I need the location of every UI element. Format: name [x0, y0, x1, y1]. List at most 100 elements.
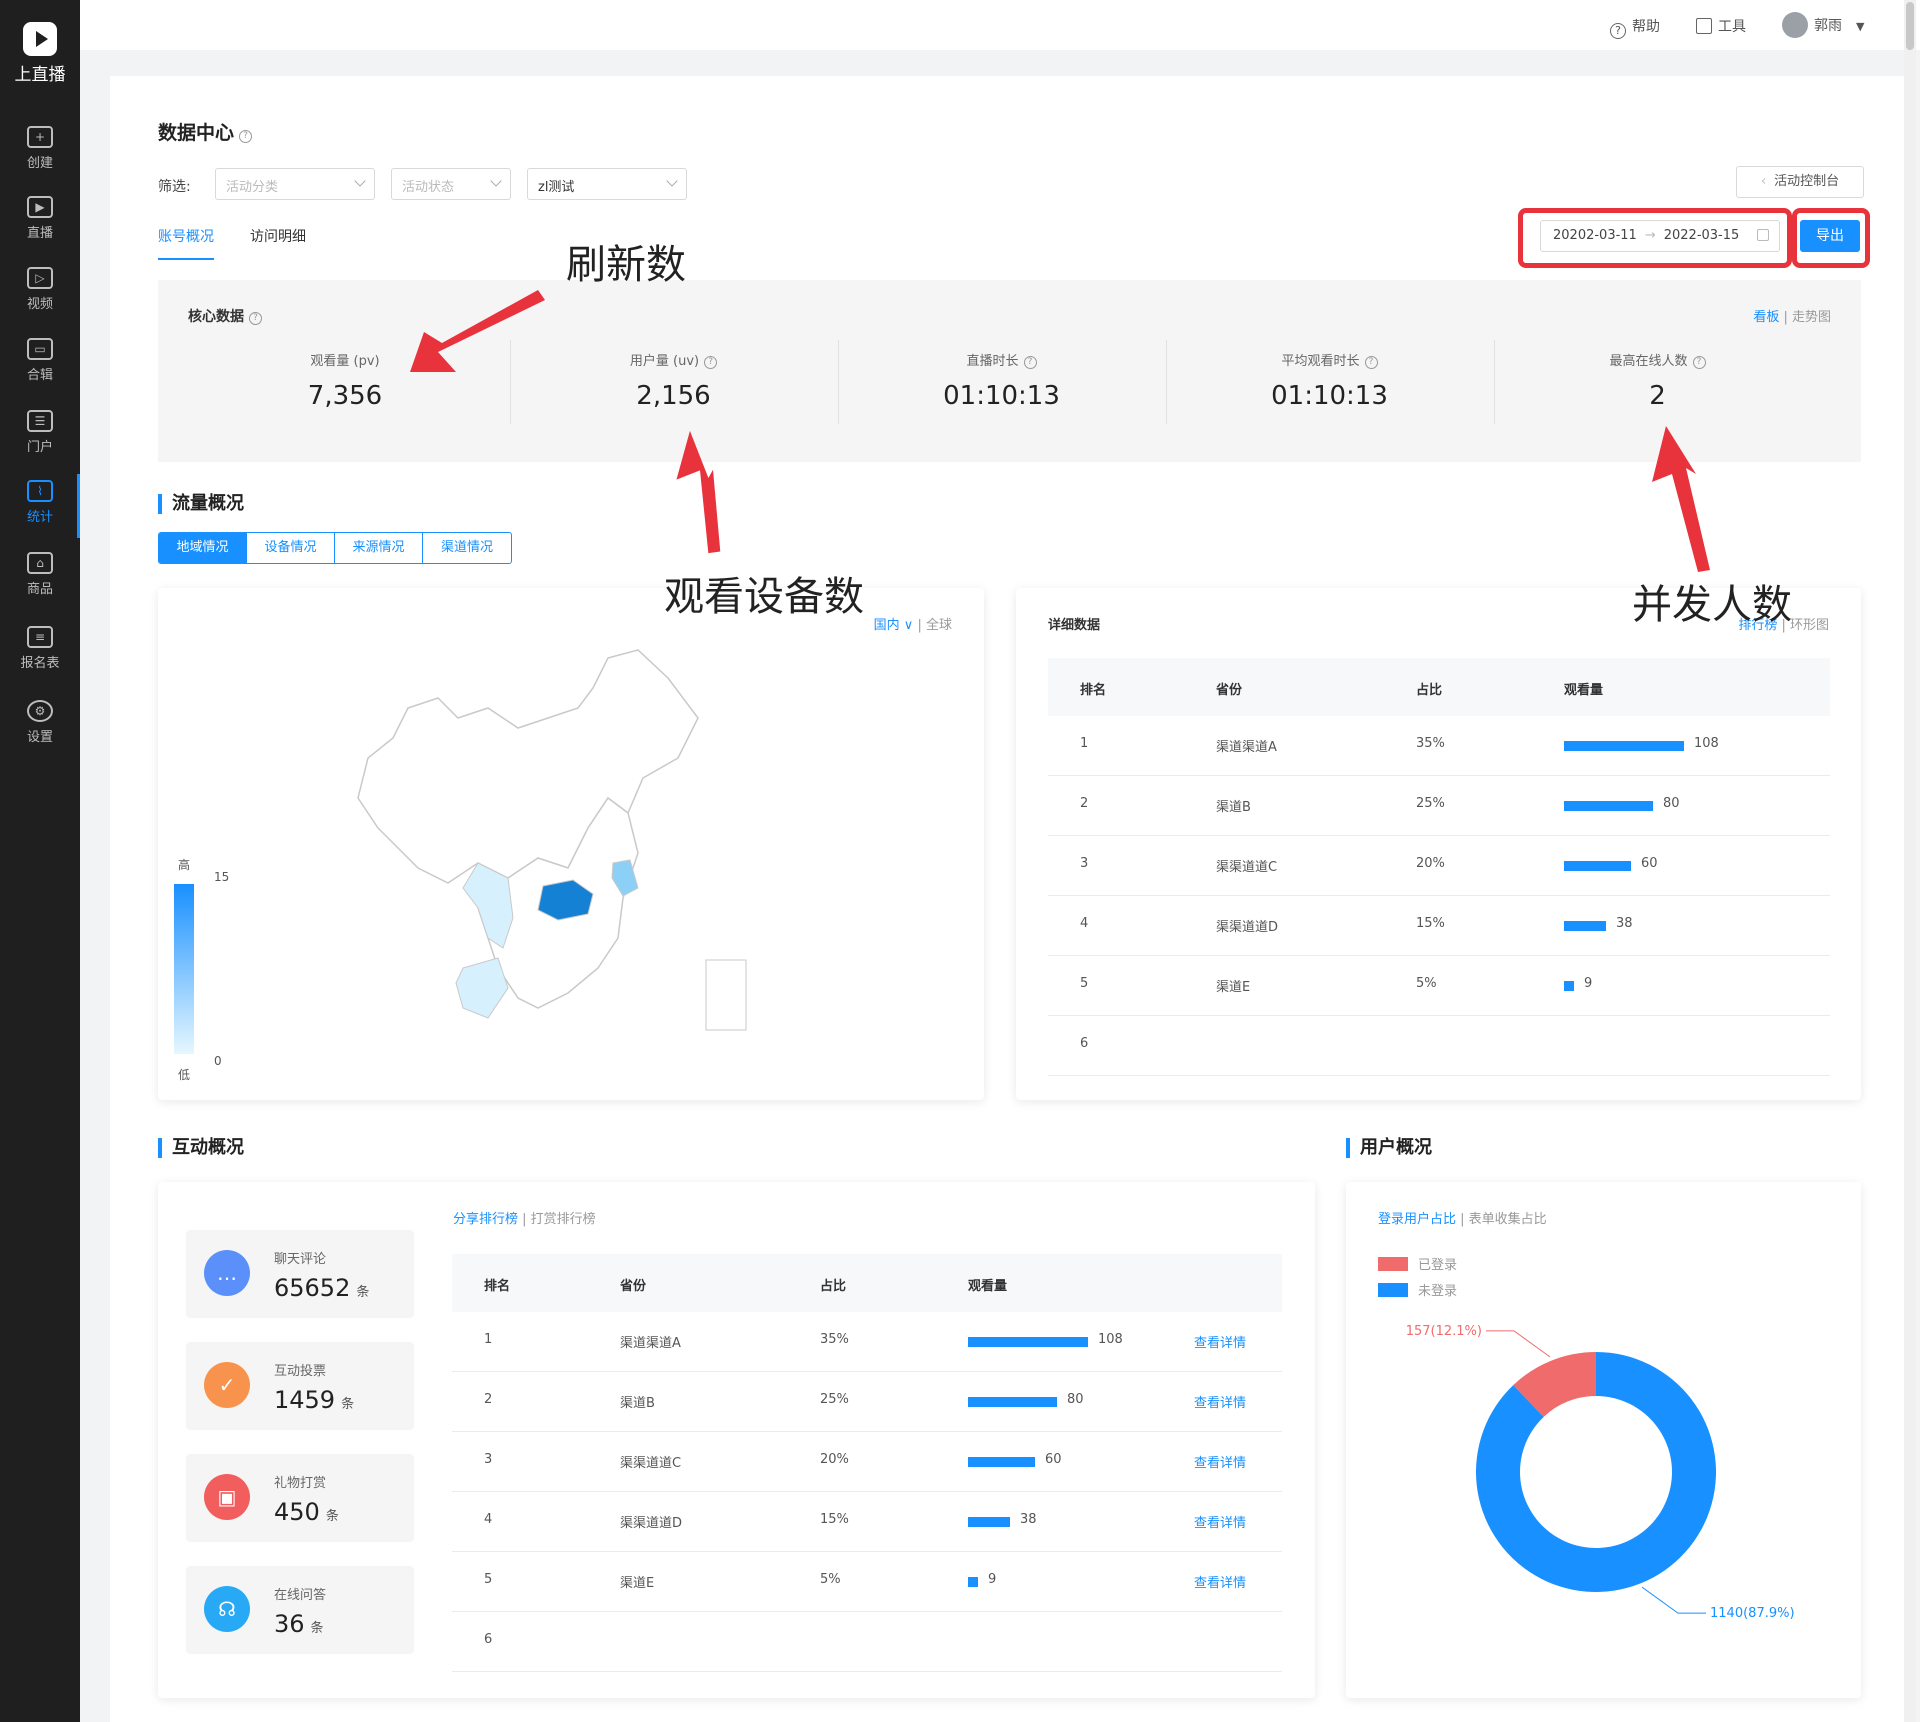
- help-icon[interactable]: ?: [249, 312, 262, 325]
- sidebar-item-video[interactable]: ▷ 视频: [0, 261, 80, 325]
- activity-select[interactable]: zl测试: [527, 168, 687, 200]
- help-icon[interactable]: ?: [1023, 356, 1037, 369]
- console-button[interactable]: ‹ 活动控制台: [1736, 166, 1864, 198]
- global-link[interactable]: 全球: [926, 618, 952, 633]
- view-detail-link[interactable]: 查看详情: [1194, 1332, 1246, 1351]
- tab-channel[interactable]: 渠道情况: [423, 533, 511, 563]
- date-start: 20202-03-11: [1553, 228, 1637, 243]
- stat-box[interactable]: ▣ 礼物打赏 450 条: [186, 1454, 414, 1542]
- view-detail-link[interactable]: 查看详情: [1194, 1512, 1246, 1531]
- stat-label: 礼物打赏: [274, 1476, 327, 1491]
- cell-name: 渠渠道道C: [1216, 860, 1278, 875]
- tab-detail[interactable]: 访问明细: [250, 226, 306, 246]
- help-link[interactable]: ? 帮助: [1610, 16, 1660, 39]
- views-bar: [968, 1337, 1088, 1347]
- help-icon[interactable]: ?: [1692, 356, 1706, 369]
- view-ring-link[interactable]: 环形图: [1790, 618, 1829, 633]
- gift-icon: ▣: [204, 1474, 250, 1520]
- views-bar: [1564, 741, 1684, 751]
- sidebar-item-label: 商品: [26, 582, 53, 597]
- logo[interactable]: 上直播: [0, 22, 80, 85]
- stat-box[interactable]: … 聊天评论 65652 条: [186, 1230, 414, 1318]
- annotation-concurrent: 并发人数: [1632, 582, 1792, 628]
- export-button[interactable]: 导出: [1800, 220, 1860, 252]
- view-detail-link[interactable]: 查看详情: [1194, 1572, 1246, 1591]
- help-icon[interactable]: ?: [704, 356, 718, 369]
- calendar-icon: [1757, 229, 1769, 241]
- sidebar-item-goods[interactable]: ⌂ 商品: [0, 546, 80, 610]
- view-detail-link[interactable]: 查看详情: [1194, 1452, 1246, 1471]
- legend-not-logged-in[interactable]: 未登录: [1378, 1280, 1457, 1299]
- donut-slice-not-logged-in[interactable]: [1476, 1352, 1716, 1592]
- kpi-pv: 观看量 (pv) 7,356: [182, 340, 508, 424]
- sidebar-item-label: 设置: [26, 730, 53, 745]
- tab-device[interactable]: 设备情况: [247, 533, 335, 563]
- cell-ratio: 25%: [820, 1392, 849, 1407]
- toolbox-icon: [1696, 18, 1712, 34]
- china-map[interactable]: [338, 638, 798, 1068]
- sidebar-item-label: 报名表: [20, 656, 60, 671]
- tab-source[interactable]: 来源情况: [335, 533, 423, 563]
- stat-unit: 条: [341, 1397, 355, 1412]
- cell-name: 渠渠道道D: [620, 1516, 683, 1531]
- sidebar-item-signup[interactable]: ≡ 报名表: [0, 620, 80, 684]
- stat-unit: 条: [325, 1509, 339, 1524]
- help-icon[interactable]: ?: [1364, 356, 1378, 369]
- user-menu[interactable]: 郭雨 ▼: [1782, 12, 1864, 38]
- views-bar: [968, 1457, 1035, 1467]
- table-row: 4 渠渠道道D 15% 38 查看详情: [452, 1492, 1282, 1552]
- page-title-text: 数据中心: [158, 122, 235, 144]
- views-bar: [968, 1517, 1010, 1527]
- detail-table-card: 详细数据 排行榜 | 环形图 排名 省份 占比 观看量 1 渠道渠道A 35% 108…: [1016, 588, 1861, 1100]
- domestic-link[interactable]: 国内: [874, 618, 900, 633]
- stat-box[interactable]: ☊ 在线问答 36 条: [186, 1566, 414, 1654]
- scrollbar-thumb[interactable]: [1906, 2, 1914, 50]
- donut-label-line: [1485, 1330, 1551, 1358]
- sidebar-item-label: 创建: [26, 156, 53, 171]
- logo-icon: [23, 22, 57, 56]
- view-trend-link[interactable]: 走势图: [1792, 310, 1831, 325]
- sidebar-item-stats[interactable]: ⌇ 统计: [0, 474, 80, 538]
- date-range-picker[interactable]: 20202-03-11 → 2022-03-15: [1540, 220, 1780, 252]
- tools-link[interactable]: 工具: [1696, 16, 1746, 36]
- tab-region[interactable]: 地域情况: [159, 533, 247, 563]
- category-select[interactable]: 活动分类: [215, 168, 375, 200]
- tab-overview[interactable]: 账号概况: [158, 226, 214, 260]
- legend-logged-in[interactable]: 已登录: [1378, 1254, 1457, 1273]
- views-bar: [968, 1397, 1057, 1407]
- tools-label: 工具: [1718, 19, 1746, 35]
- reward-rank-link[interactable]: 打赏排行榜: [531, 1212, 596, 1227]
- header-rank: 排名: [1080, 683, 1107, 698]
- share-rank-link[interactable]: 分享排行榜: [453, 1212, 518, 1227]
- login-ratio-link[interactable]: 登录用户占比: [1378, 1212, 1456, 1227]
- sidebar-item-live[interactable]: ▶ 直播: [0, 190, 80, 254]
- view-detail-link[interactable]: 查看详情: [1194, 1392, 1246, 1411]
- kpi-value: 01:10:13: [943, 381, 1060, 411]
- sidebar-item-settings[interactable]: ⚙ 设置: [0, 694, 80, 758]
- cell-name: 渠道B: [1216, 800, 1251, 815]
- sidebar: 上直播 + 创建 ▶ 直播 ▷ 视频 ▭ 合辑 ☰ 门户 ⌇ 统计 ⌂ 商品 ≡ 报名表 ⚙ 设置: [0, 0, 80, 1722]
- map-outline: [357, 649, 699, 884]
- sidebar-item-create[interactable]: + 创建: [0, 120, 80, 184]
- stat-label: 聊天评论: [274, 1252, 327, 1267]
- form-ratio-link[interactable]: 表单收集占比: [1469, 1212, 1547, 1227]
- cell-ratio: 15%: [820, 1512, 849, 1527]
- sidebar-item-collection[interactable]: ▭ 合辑: [0, 332, 80, 396]
- stat-box[interactable]: ✓ 互动投票 1459 条: [186, 1342, 414, 1430]
- scrollbar[interactable]: [1904, 0, 1916, 1722]
- status-select[interactable]: 活动状态: [391, 168, 511, 200]
- user-donut-chart[interactable]: 157(12.1%) 1140(87.9%): [1346, 1322, 1861, 1652]
- filter-label: 筛选:: [158, 179, 191, 195]
- help-icon[interactable]: ?: [239, 130, 253, 143]
- sidebar-item-portal[interactable]: ☰ 门户: [0, 404, 80, 468]
- view-board-link[interactable]: 看板: [1753, 310, 1779, 325]
- table-row: 3 渠渠道道C 20% 60 查看详情: [452, 1432, 1282, 1492]
- header-province: 省份: [1216, 683, 1243, 698]
- kpi-avg-duration: 平均观看时长? 01:10:13: [1166, 340, 1492, 424]
- kpi-peak-online: 最高在线人数? 2: [1494, 340, 1820, 424]
- headset-icon: ☊: [204, 1586, 250, 1632]
- legend-gradient-bar[interactable]: [174, 884, 194, 1054]
- sidebar-item-label: 视频: [26, 297, 53, 312]
- stat-label: 互动投票: [274, 1364, 327, 1379]
- cell-name: 渠道E: [620, 1576, 655, 1591]
